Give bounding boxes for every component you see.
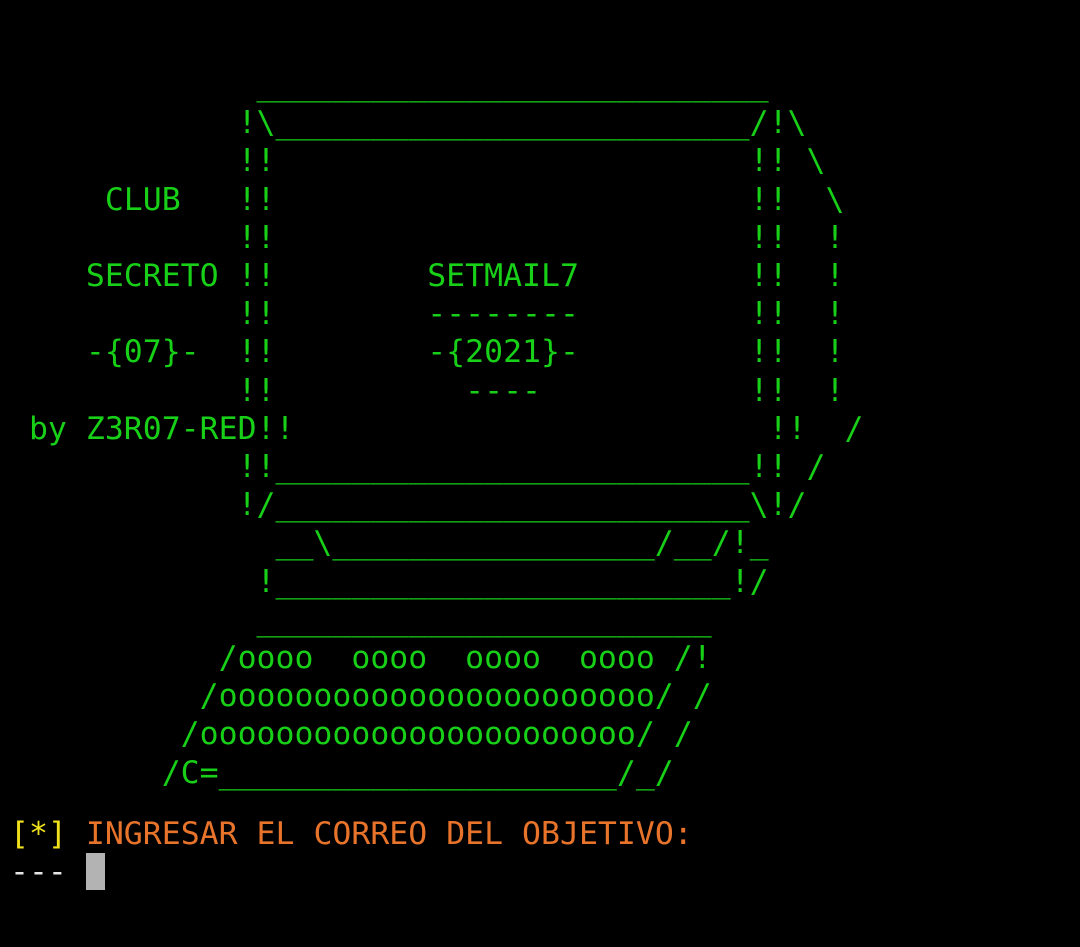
ascii-art-line: ________________________ <box>10 601 712 638</box>
ascii-art-line: !! !! ! <box>10 219 845 256</box>
ascii-art-line: !/_________________________\!/ <box>10 487 807 524</box>
ascii-art-line: /ooooooooooooooooooooooo/ / <box>10 678 712 715</box>
prompt-line: [*] INGRESAR EL CORREO DEL OBJETIVO: <box>10 815 693 853</box>
ascii-art-line: ___________________________ <box>10 67 769 103</box>
ascii-art-line: SECRETO !! SETMAIL7 !! ! <box>10 258 845 295</box>
email-input-line[interactable]: --- <box>10 853 105 891</box>
ascii-art-line: !! ---- !! ! <box>10 372 845 409</box>
text-cursor <box>85 853 105 890</box>
ascii-art-banner: ___________________________ !\__________… <box>10 66 863 792</box>
ascii-art-line: !! -------- !! ! <box>10 296 845 333</box>
ascii-art-line: /ooooooooooooooooooooooo/ / <box>10 716 693 753</box>
prompt-label: INGRESAR EL CORREO DEL OBJETIVO: <box>85 816 693 852</box>
ascii-art-line: /oooo oooo oooo oooo /! <box>10 640 712 677</box>
ascii-art-line: CLUB !! !! \ <box>10 181 845 218</box>
ascii-art-line: -{07}- !! -{2021}- !! ! <box>10 334 845 371</box>
ascii-art-line: !!_________________________!! / <box>10 449 826 486</box>
ascii-art-line: /C=_____________________/_/ <box>10 754 674 791</box>
ascii-art-line: by Z3R07-RED!! !! / <box>10 410 864 447</box>
input-prefix: --- <box>10 854 67 890</box>
terminal-window[interactable]: ___________________________ !\__________… <box>0 0 1080 947</box>
ascii-art-line: !\_________________________/!\ <box>10 105 807 142</box>
ascii-art-line: __\_________________/__/!_ <box>10 525 769 562</box>
ascii-art-line: !________________________!/ <box>10 563 769 600</box>
ascii-art-line: !! !! \ <box>10 143 826 180</box>
prompt-marker: [*] <box>10 816 67 852</box>
